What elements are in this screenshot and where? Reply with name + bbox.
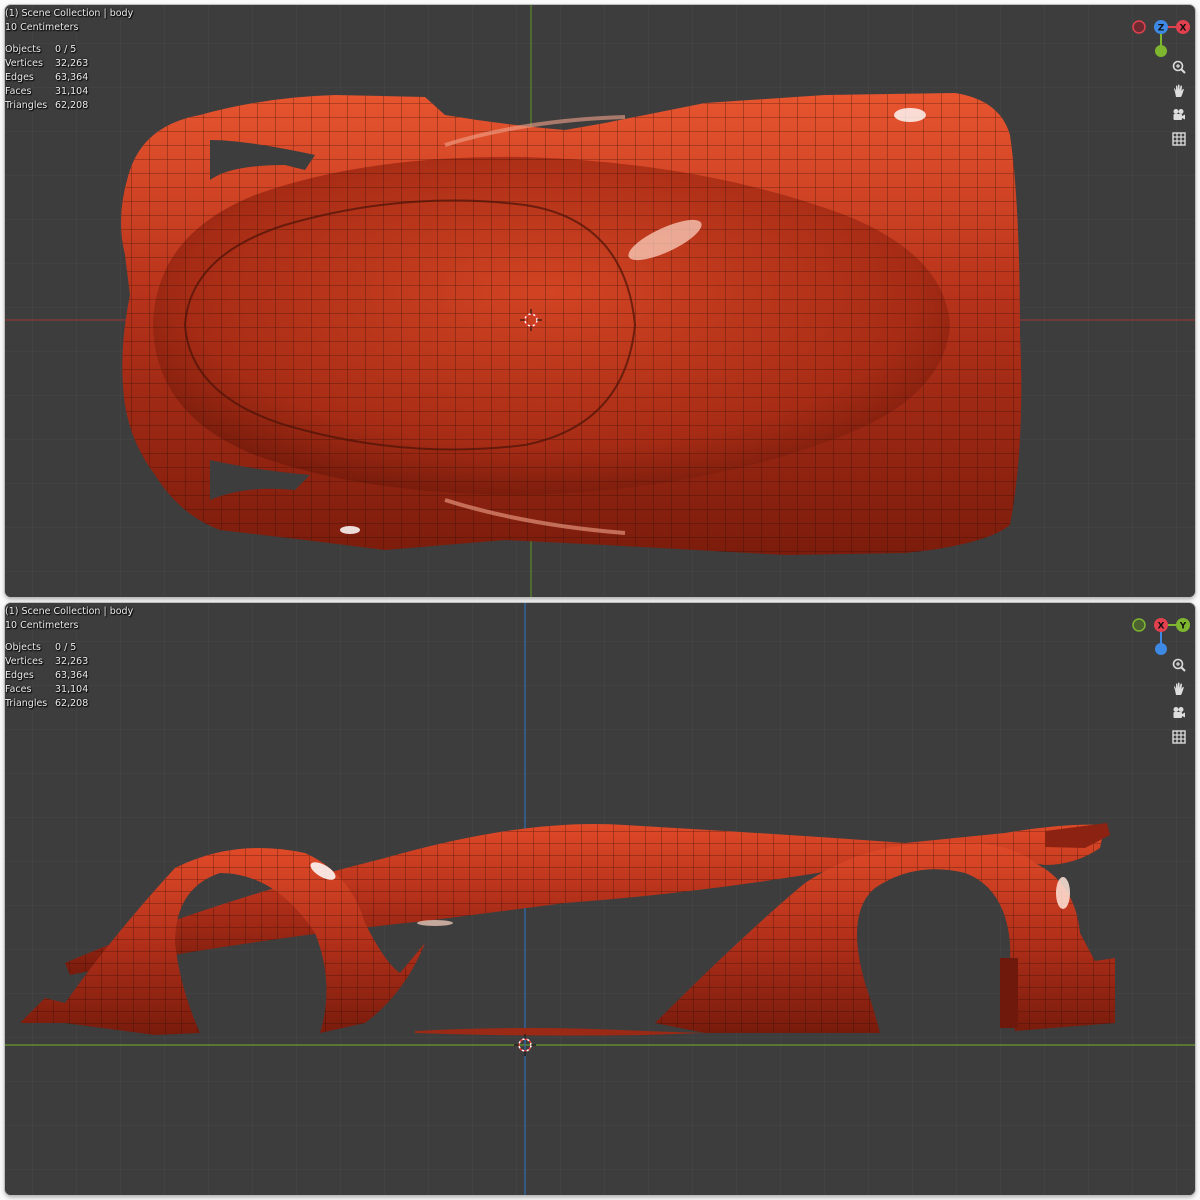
gizmo-label-right: Y (1179, 622, 1187, 632)
side-skirt (415, 1028, 705, 1036)
navigation-gizmo[interactable]: X Y (1131, 609, 1191, 659)
navigation-gizmo[interactable]: Z X (1131, 11, 1191, 61)
stat-row: Faces 31,104 (5, 86, 89, 97)
gizmo-label-center: X (1158, 622, 1165, 632)
viewport-info-overlay: (1) Scene Collection | body 10 Centimete… (5, 7, 133, 113)
car-body-side-view[interactable] (5, 603, 1195, 1195)
stat-row: Vertices 32,263 (5, 656, 89, 667)
grid-view-icon[interactable] (1169, 727, 1189, 747)
grid-view-icon[interactable] (1169, 129, 1189, 149)
stat-row: Objects 0 / 5 (5, 44, 77, 55)
camera-icon[interactable] (1169, 703, 1189, 723)
gizmo-label-right: X (1180, 24, 1187, 34)
navigation-tools (1169, 655, 1189, 751)
camera-icon[interactable] (1169, 105, 1189, 125)
stat-row: Objects 0 / 5 (5, 642, 77, 653)
viewport-top[interactable]: (1) Scene Collection | body 10 Centimete… (5, 5, 1195, 597)
origin-cursor (514, 1034, 536, 1056)
stat-row: Triangles 62,208 (5, 698, 89, 709)
viewport-info-overlay: (1) Scene Collection | body 10 Centimete… (5, 605, 133, 711)
gizmo-label-center: Z (1158, 24, 1165, 34)
zoom-icon[interactable] (1169, 655, 1189, 675)
stat-row: Vertices 32,263 (5, 58, 89, 69)
viewport-header-text: (1) Scene Collection | body (5, 606, 134, 617)
stat-row: Edges 63,364 (5, 72, 89, 83)
grid-scale-text: 10 Centimeters (5, 620, 79, 631)
car-body-top-view[interactable] (5, 5, 1195, 597)
stat-row: Edges 63,364 (5, 670, 89, 681)
viewport-side[interactable]: (1) Scene Collection | body 10 Centimete… (5, 603, 1195, 1195)
stat-row: Triangles 62,208 (5, 100, 89, 111)
viewport-header-text: (1) Scene Collection | body (5, 8, 134, 19)
pan-hand-icon[interactable] (1169, 81, 1189, 101)
grid-scale-text: 10 Centimeters (5, 22, 79, 33)
zoom-icon[interactable] (1169, 57, 1189, 77)
pan-hand-icon[interactable] (1169, 679, 1189, 699)
stat-row: Faces 31,104 (5, 684, 89, 695)
navigation-tools (1169, 57, 1189, 153)
